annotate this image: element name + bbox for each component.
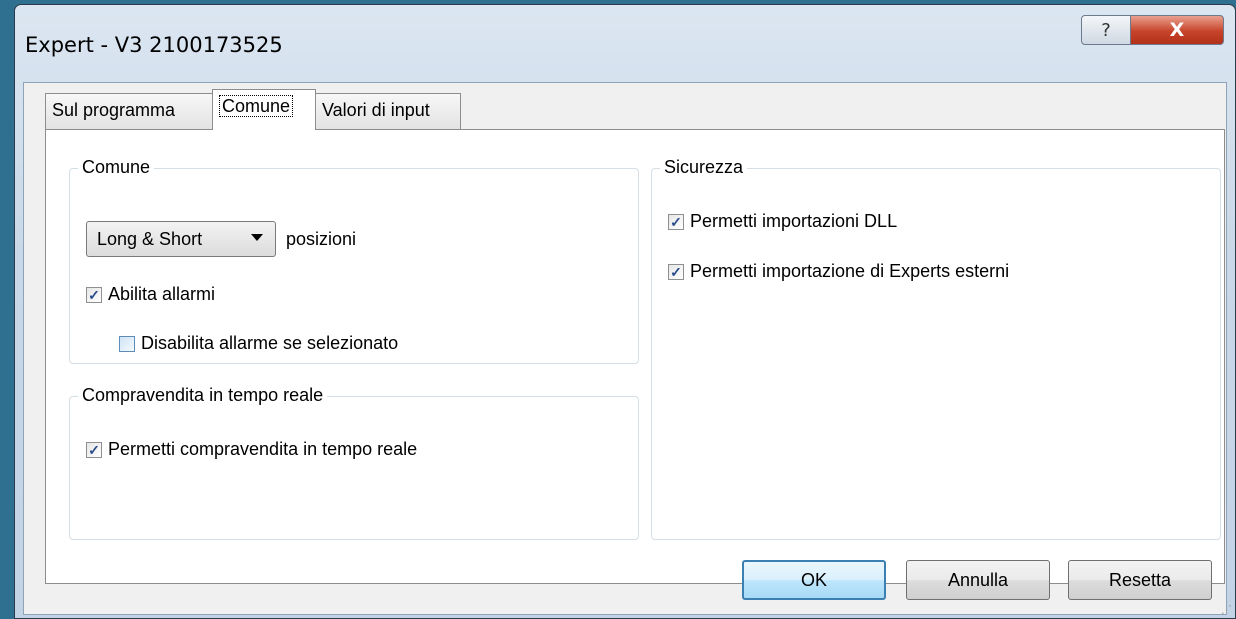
checkbox-label: Permetti compravendita in tempo reale bbox=[108, 439, 418, 459]
window-title: Expert - V3 2100173525 bbox=[25, 33, 283, 57]
tab-panel-comune: Comune Long & Short posizioni ✓ Abilita … bbox=[45, 129, 1225, 584]
tab-label: Valori di input bbox=[322, 100, 430, 120]
disable-alert-checkbox[interactable]: Disabilita allarme se selezionato bbox=[119, 333, 398, 354]
comune-group: Comune Long & Short posizioni ✓ Abilita … bbox=[69, 157, 639, 364]
positions-select[interactable]: Long & Short bbox=[86, 221, 276, 257]
dialog-client-area: Sul programma Comune Valori di input Com… bbox=[23, 82, 1227, 615]
tab-valori-di-input[interactable]: Valori di input bbox=[315, 93, 461, 129]
allow-external-experts-checkbox[interactable]: ✓ Permetti importazione di Experts ester… bbox=[668, 261, 1009, 282]
group-title: Sicurezza bbox=[660, 157, 748, 178]
checkbox-unchecked-icon bbox=[119, 335, 135, 352]
checkbox-label: Permetti importazione di Experts esterni bbox=[690, 261, 1010, 281]
dialog-window: Expert - V3 2100173525 ? X Sul programma… bbox=[14, 4, 1236, 619]
realtime-trading-group: Compravendita in tempo reale ✓ Permetti … bbox=[69, 385, 639, 540]
checkbox-checked-icon: ✓ bbox=[86, 441, 102, 458]
select-value: Long & Short bbox=[97, 228, 203, 249]
checkbox-label: Permetti importazioni DLL bbox=[690, 211, 898, 231]
allow-live-trading-checkbox[interactable]: ✓ Permetti compravendita in tempo reale bbox=[86, 439, 417, 460]
reset-button[interactable]: Resetta bbox=[1068, 560, 1212, 600]
help-button[interactable]: ? bbox=[1081, 15, 1131, 45]
ok-button[interactable]: OK bbox=[742, 560, 886, 600]
tab-comune[interactable]: Comune bbox=[212, 89, 316, 130]
checkbox-checked-icon: ✓ bbox=[668, 263, 684, 280]
positions-label: posizioni bbox=[286, 229, 357, 249]
resize-grip-icon[interactable]: ⋰ bbox=[1221, 603, 1232, 616]
group-title: Comune bbox=[78, 157, 155, 178]
security-group: Sicurezza ✓ Permetti importazioni DLL ✓ … bbox=[651, 157, 1221, 540]
checkbox-label: Abilita allarmi bbox=[108, 284, 216, 304]
checkbox-checked-icon: ✓ bbox=[86, 286, 102, 303]
checkbox-checked-icon: ✓ bbox=[668, 213, 684, 230]
tab-label: Comune bbox=[219, 95, 294, 117]
group-title: Compravendita in tempo reale bbox=[78, 385, 328, 406]
chevron-down-icon bbox=[251, 234, 263, 241]
tab-label: Sul programma bbox=[52, 100, 176, 120]
allow-dll-checkbox[interactable]: ✓ Permetti importazioni DLL bbox=[668, 211, 897, 232]
close-button[interactable]: X bbox=[1130, 15, 1224, 45]
tab-sul-programma[interactable]: Sul programma bbox=[45, 93, 215, 129]
enable-alerts-checkbox[interactable]: ✓ Abilita allarmi bbox=[86, 284, 215, 305]
checkbox-label: Disabilita allarme se selezionato bbox=[141, 333, 399, 353]
cancel-button[interactable]: Annulla bbox=[906, 560, 1050, 600]
